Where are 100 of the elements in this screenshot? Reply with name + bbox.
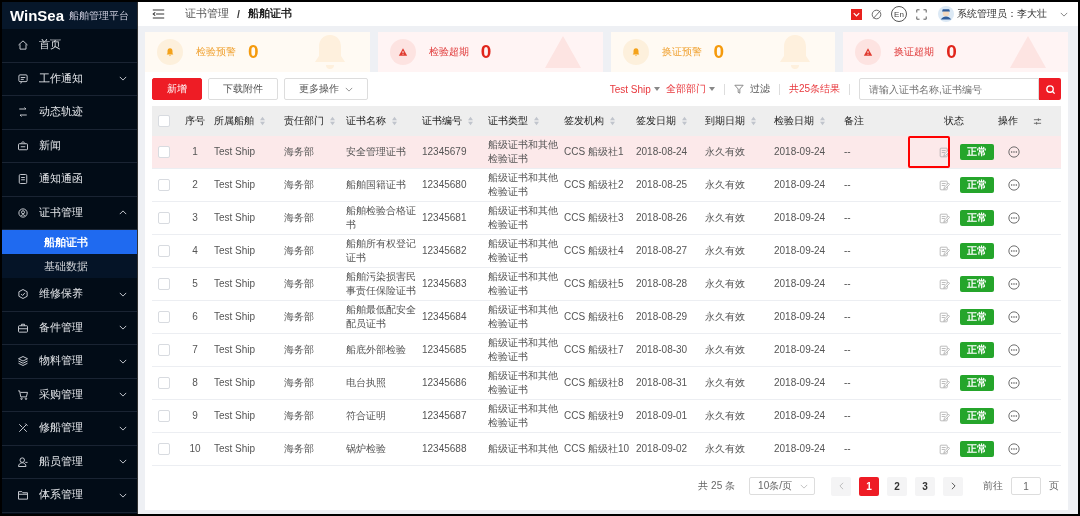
more-icon[interactable] [1008, 146, 1020, 158]
row-checkbox[interactable] [158, 377, 170, 389]
chevron-down-icon [119, 76, 127, 82]
table-cell: -- [844, 145, 851, 159]
edit-icon[interactable] [939, 443, 950, 455]
more-icon[interactable] [1008, 377, 1020, 389]
sidebar-item[interactable]: 首页 [2, 29, 137, 63]
table-cell: 2018-08-26 [636, 211, 688, 225]
row-checkbox[interactable] [158, 443, 170, 455]
row-checkbox[interactable] [158, 410, 170, 422]
sort-icon [259, 116, 266, 126]
search-field[interactable]: 请输入证书名称,证书编号 [859, 78, 1039, 100]
table-cell-text: 船级证书和其他检验证书 [488, 138, 559, 166]
select-all-checkbox[interactable] [158, 115, 170, 127]
table-cell: -- [844, 244, 851, 258]
column-header[interactable]: 所属船舶 [214, 114, 266, 128]
more-icon[interactable] [1008, 245, 1020, 257]
filter-icon[interactable] [733, 84, 744, 94]
search-button[interactable] [1039, 78, 1061, 100]
row-checkbox[interactable] [158, 179, 170, 191]
row-checkbox[interactable] [158, 344, 170, 356]
edit-icon[interactable] [939, 179, 950, 191]
sidebar-subitem[interactable]: 基础数据 [2, 254, 137, 278]
table-cell: 船底外部检验 [346, 343, 406, 357]
breadcrumb-link[interactable]: 证书管理 [185, 7, 229, 21]
edit-icon[interactable] [939, 212, 950, 224]
column-header[interactable]: 责任部门 [284, 114, 336, 128]
more-icon[interactable] [1008, 410, 1020, 422]
page-input[interactable]: 1 [1011, 477, 1041, 495]
download-button[interactable]: 下载附件 [208, 78, 278, 100]
table-cell: 永久有效 [705, 310, 745, 324]
cart-icon [17, 388, 29, 401]
row-checkbox[interactable] [158, 311, 170, 323]
page-button[interactable]: 1 [859, 476, 879, 496]
table-cell-text: 船舶所有权登记证书 [346, 237, 417, 265]
sidebar-item[interactable]: 采购管理 [2, 378, 137, 412]
sidebar-item[interactable]: 体系管理 [2, 479, 137, 513]
edit-icon[interactable] [939, 377, 950, 389]
column-header[interactable]: 签发机构 [564, 114, 616, 128]
column-header[interactable]: 证书名称 [346, 114, 398, 128]
row-checkbox[interactable] [158, 146, 170, 158]
more-actions-button[interactable]: 更多操作 [284, 78, 368, 100]
table-cell: 12345687 [422, 409, 467, 423]
page-size-select[interactable]: 10条/页 [749, 477, 815, 495]
sidebar-item[interactable]: 维修保养 [2, 278, 137, 312]
column-header[interactable]: 证书编号 [422, 114, 474, 128]
ship-dropdown[interactable]: Test Ship [609, 83, 660, 95]
user-name[interactable]: 系统管理员：李大壮 [957, 7, 1047, 21]
more-icon[interactable] [1008, 212, 1020, 224]
table-cell-text: 船级证书和其他检验证书 [488, 369, 559, 397]
sidebar-item[interactable]: 修船管理 [2, 412, 137, 446]
filter-button[interactable]: 过滤 [749, 82, 770, 96]
briefcase-icon [17, 321, 29, 334]
page-button[interactable]: 2 [887, 476, 907, 496]
column-header[interactable]: 检验日期 [774, 114, 826, 128]
table-cell: 5 [192, 277, 198, 291]
table-cell: 永久有效 [705, 145, 745, 159]
row-checkbox[interactable] [158, 212, 170, 224]
chevron-down-icon[interactable] [1060, 11, 1068, 17]
sidebar-subitem[interactable]: 船舶证书 [2, 230, 137, 254]
page-button[interactable]: 3 [915, 476, 935, 496]
sort-icon [750, 116, 757, 126]
row-checkbox[interactable] [158, 245, 170, 257]
table-cell: 符合证明 [346, 409, 386, 423]
add-button[interactable]: 新增 [152, 78, 202, 100]
more-icon[interactable] [1008, 344, 1020, 356]
previous-page-button[interactable] [831, 476, 851, 496]
table-cell-text: 船舶最低配安全配员证书 [346, 303, 417, 331]
table-cell: 2 [192, 178, 198, 192]
edit-icon[interactable] [939, 278, 950, 290]
column-header[interactable]: 签发日期 [636, 114, 688, 128]
edit-icon[interactable] [939, 245, 950, 257]
edit-icon[interactable] [939, 410, 950, 422]
sidebar-item[interactable]: 通知通函 [2, 163, 137, 197]
column-header[interactable]: 证书类型 [488, 114, 540, 128]
sidebar-item[interactable]: 物料管理 [2, 345, 137, 379]
sidebar-item[interactable]: 船员管理 [2, 445, 137, 479]
fullscreen-icon[interactable] [916, 8, 927, 20]
edit-icon[interactable] [939, 311, 950, 323]
sidebar-item[interactable]: 工作通知 [2, 62, 137, 96]
more-icon[interactable] [1008, 311, 1020, 323]
table-cell: 3 [192, 211, 198, 225]
edit-icon[interactable] [939, 344, 950, 356]
menu-icon[interactable] [152, 9, 165, 19]
department-dropdown[interactable]: 全部部门 [665, 82, 715, 96]
sidebar-item[interactable]: 备件管理 [2, 311, 137, 345]
sidebar-item[interactable]: 动态轨迹 [2, 96, 137, 130]
column-header[interactable]: 到期日期 [705, 114, 757, 128]
more-icon[interactable] [1008, 278, 1020, 290]
next-page-button[interactable] [943, 476, 963, 496]
table-row[interactable]: 10 Test Ship 海务部 锅炉检验 12345688 船级证书和其他 CCS 船级社10 2018-09-02 永久有效 2018-09-24 -- 正常 [152, 433, 1061, 466]
row-checkbox[interactable] [158, 278, 170, 290]
sidebar-item[interactable]: 新闻 [2, 129, 137, 163]
column-settings-icon[interactable] [1033, 116, 1042, 126]
mail-icon[interactable] [851, 8, 862, 20]
more-icon[interactable] [1008, 443, 1020, 455]
more-icon[interactable] [1008, 179, 1020, 191]
edit-icon[interactable] [939, 146, 950, 158]
stat-label: 换证超期 [894, 45, 935, 59]
chevron-left-icon [838, 482, 844, 490]
